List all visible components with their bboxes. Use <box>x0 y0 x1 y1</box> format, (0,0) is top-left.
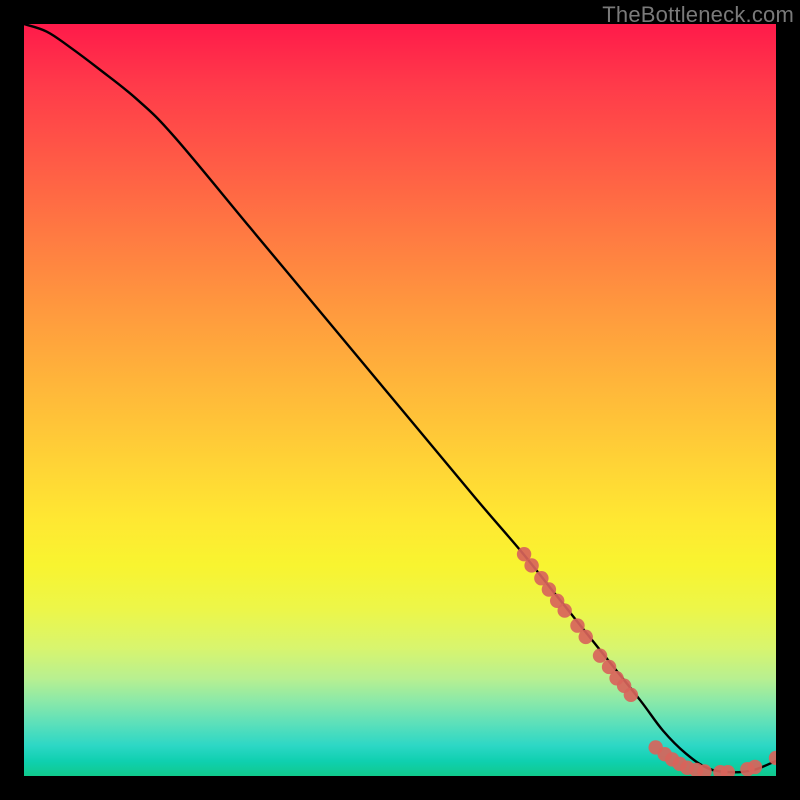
bottleneck-curve-path <box>24 24 776 772</box>
chart-svg <box>24 24 776 776</box>
data-point-marker <box>557 603 571 617</box>
plot-area <box>24 24 776 776</box>
watermark-text: TheBottleneck.com <box>602 2 794 28</box>
data-point-marker <box>524 558 538 572</box>
data-point-marker <box>593 648 607 662</box>
data-point-marker <box>579 630 593 644</box>
data-markers <box>517 547 776 776</box>
bottleneck-curve <box>24 24 776 772</box>
data-point-marker <box>748 760 762 774</box>
data-point-marker <box>624 688 638 702</box>
chart-stage: TheBottleneck.com <box>0 0 800 800</box>
